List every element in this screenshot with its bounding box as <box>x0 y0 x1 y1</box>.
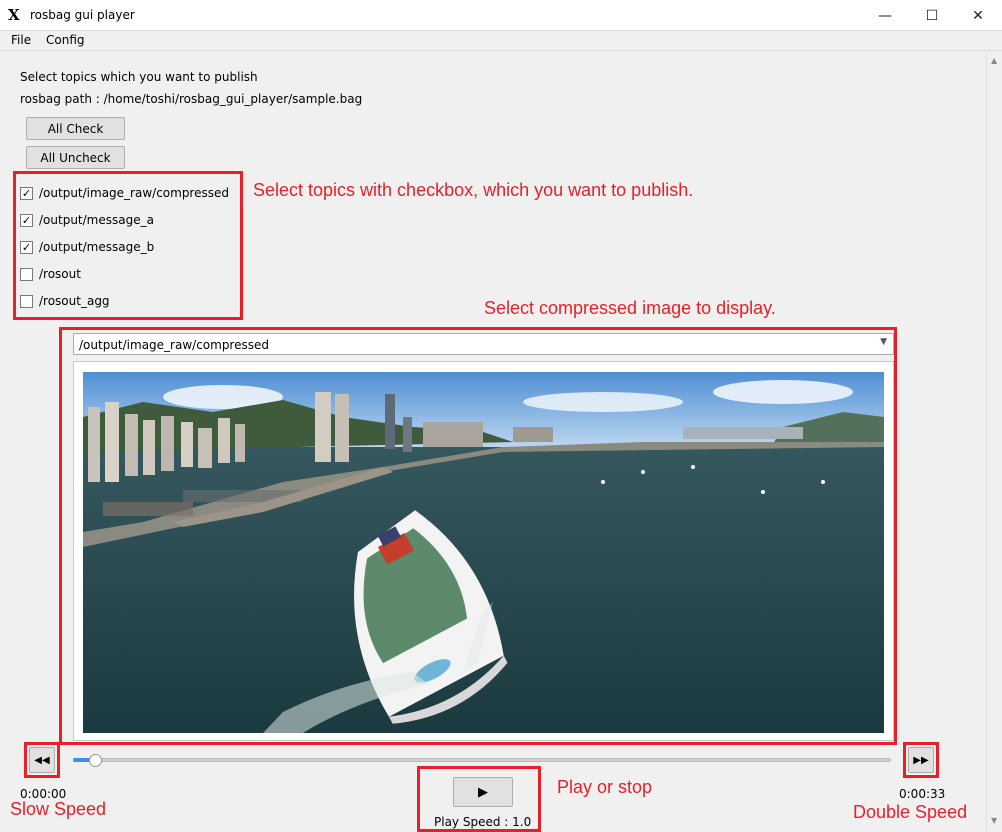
menu-bar: File Config <box>0 31 1002 51</box>
menu-file[interactable]: File <box>11 33 31 47</box>
topic-checkbox[interactable]: ✓ <box>20 213 33 227</box>
title-bar: X rosbag gui player — ☐ ✕ <box>0 0 1002 31</box>
image-topic-select[interactable]: /output/image_raw/compressed ▼ <box>73 333 894 355</box>
fast-forward-icon[interactable]: ▶▶ <box>908 747 934 773</box>
window-title: rosbag gui player <box>30 8 135 22</box>
play-speed-label: Play Speed : 1.0 <box>434 815 532 829</box>
maximize-button[interactable]: ☐ <box>909 0 955 31</box>
play-annotation: Play or stop <box>557 777 653 797</box>
image-view <box>73 361 894 741</box>
topic-checkbox[interactable]: ✓ <box>20 240 33 254</box>
playback-slider[interactable] <box>73 758 891 762</box>
topics-annotation: Select topics with checkbox, which you w… <box>253 180 694 200</box>
image-annotation: Select compressed image to display. <box>484 298 776 318</box>
topic-checkbox[interactable]: ✓ <box>20 186 33 200</box>
topic-checkbox[interactable] <box>20 294 33 308</box>
topic-label: /output/image_raw/compressed <box>39 186 229 200</box>
rewind-icon[interactable]: ◀◀ <box>29 747 55 773</box>
double-annotation: Double Speed <box>853 802 968 822</box>
topic-label: /output/message_b <box>39 240 155 254</box>
scroll-down-icon[interactable]: ▼ <box>991 816 997 825</box>
vertical-scrollbar[interactable]: ▲ ▼ <box>986 52 1002 832</box>
playback-slider-handle[interactable] <box>89 754 102 767</box>
topic-row[interactable]: ✓ /output/message_b <box>20 237 240 257</box>
all-check-button[interactable]: All Check <box>26 117 125 140</box>
close-button[interactable]: ✕ <box>955 0 1001 31</box>
harbor-image <box>83 372 884 733</box>
chevron-down-icon: ▼ <box>880 337 887 347</box>
topic-row[interactable]: ✓ /output/message_a <box>20 210 240 230</box>
topic-row[interactable]: /rosout_agg <box>20 291 240 311</box>
instruction-label: Select topics which you want to publish <box>20 70 258 84</box>
all-uncheck-button[interactable]: All Uncheck <box>26 146 125 169</box>
minimize-button[interactable]: — <box>862 0 908 31</box>
menu-config[interactable]: Config <box>46 33 85 47</box>
time-total: 0:00:33 <box>899 787 946 801</box>
topic-row[interactable]: ✓ /output/image_raw/compressed <box>20 183 240 203</box>
app-icon: X <box>8 6 20 24</box>
topic-label: /rosout_agg <box>39 294 110 308</box>
image-topic-selected: /output/image_raw/compressed <box>79 338 269 352</box>
slow-annotation: Slow Speed <box>10 799 107 819</box>
topic-row[interactable]: /rosout <box>20 264 240 284</box>
topic-checkbox[interactable] <box>20 267 33 281</box>
topic-label: /output/message_a <box>39 213 154 227</box>
rosbag-path-label: rosbag path : /home/toshi/rosbag_gui_pla… <box>20 92 363 106</box>
play-icon[interactable]: ▶ <box>453 777 513 807</box>
topic-label: /rosout <box>39 267 81 281</box>
scroll-up-icon[interactable]: ▲ <box>991 56 997 65</box>
